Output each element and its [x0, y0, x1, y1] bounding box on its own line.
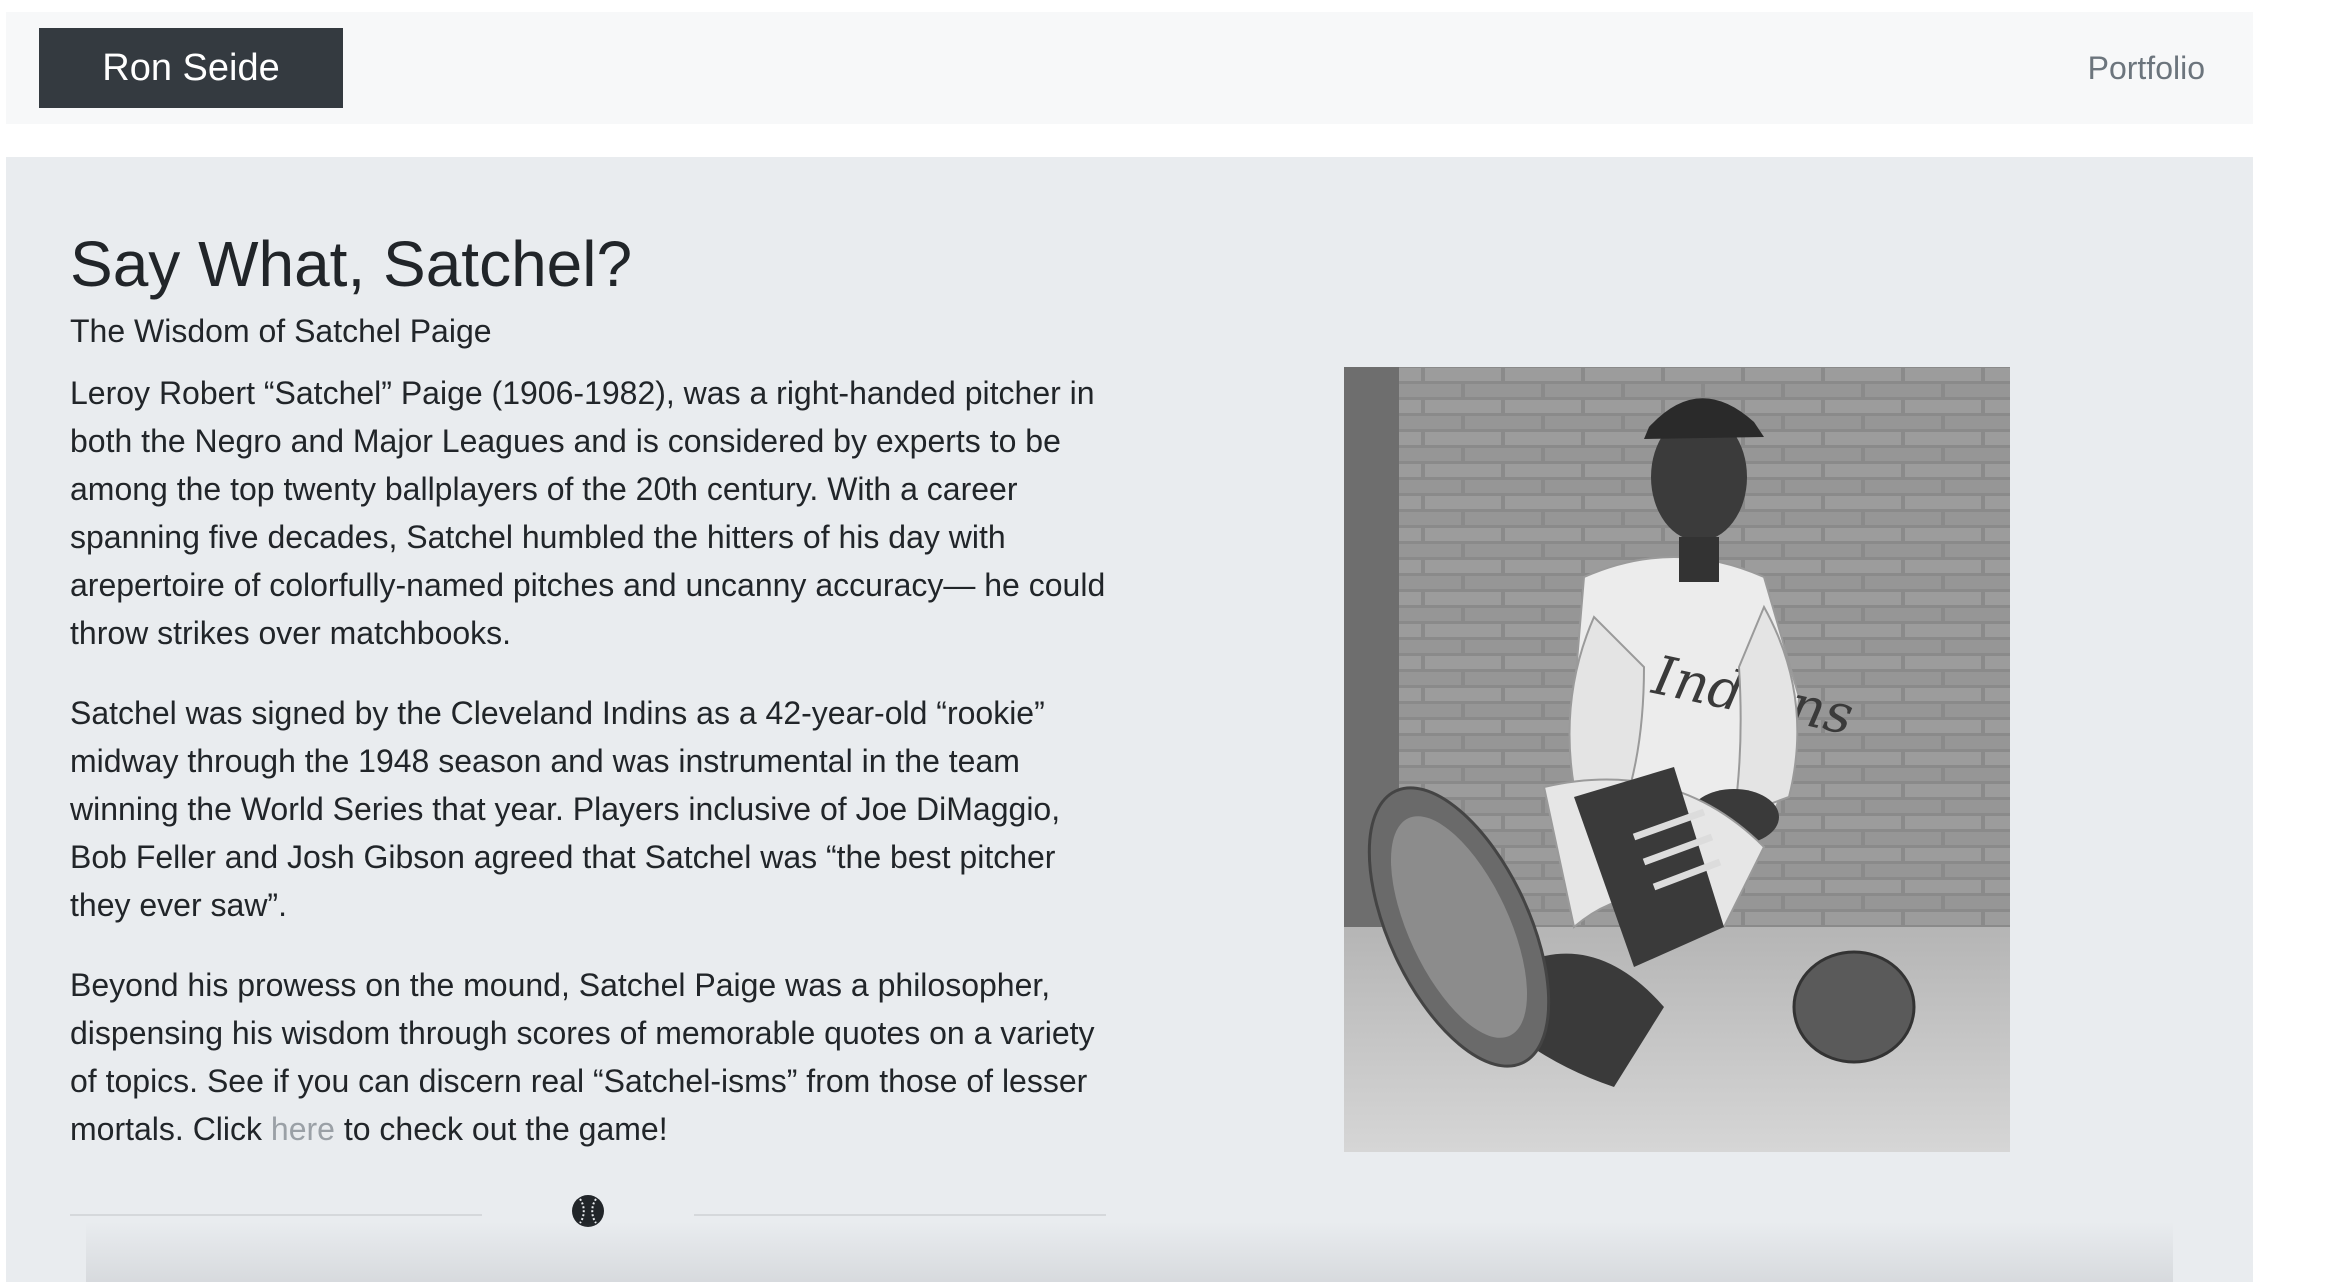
jumbotron-shadow	[86, 1222, 2173, 1282]
divider-right	[694, 1214, 1106, 1216]
game-link[interactable]: here	[271, 1111, 335, 1147]
satchel-paige-photo: Indians	[1344, 367, 2010, 1152]
page-title: Say What, Satchel?	[70, 228, 633, 300]
game-paragraph-text-end: to check out the game!	[334, 1111, 668, 1147]
satchel-paige-photo-drawing: Indians	[1344, 367, 2010, 1152]
nav-link-portfolio[interactable]: Portfolio	[2088, 12, 2205, 124]
brand-button[interactable]: Ron Seide	[39, 28, 343, 108]
jumbotron: Say What, Satchel? The Wisdom of Satchel…	[6, 157, 2253, 1282]
game-paragraph: Beyond his prowess on the mound, Satchel…	[70, 961, 1110, 1153]
divider-left	[70, 1214, 482, 1216]
page-subtitle: The Wisdom of Satchel Paige	[70, 313, 492, 349]
navbar: Ron Seide Portfolio	[6, 12, 2253, 124]
history-paragraph: Satchel was signed by the Cleveland Indi…	[70, 695, 1061, 923]
intro-paragraph: Leroy Robert “Satchel” Paige (1906-1982)…	[70, 375, 1106, 651]
